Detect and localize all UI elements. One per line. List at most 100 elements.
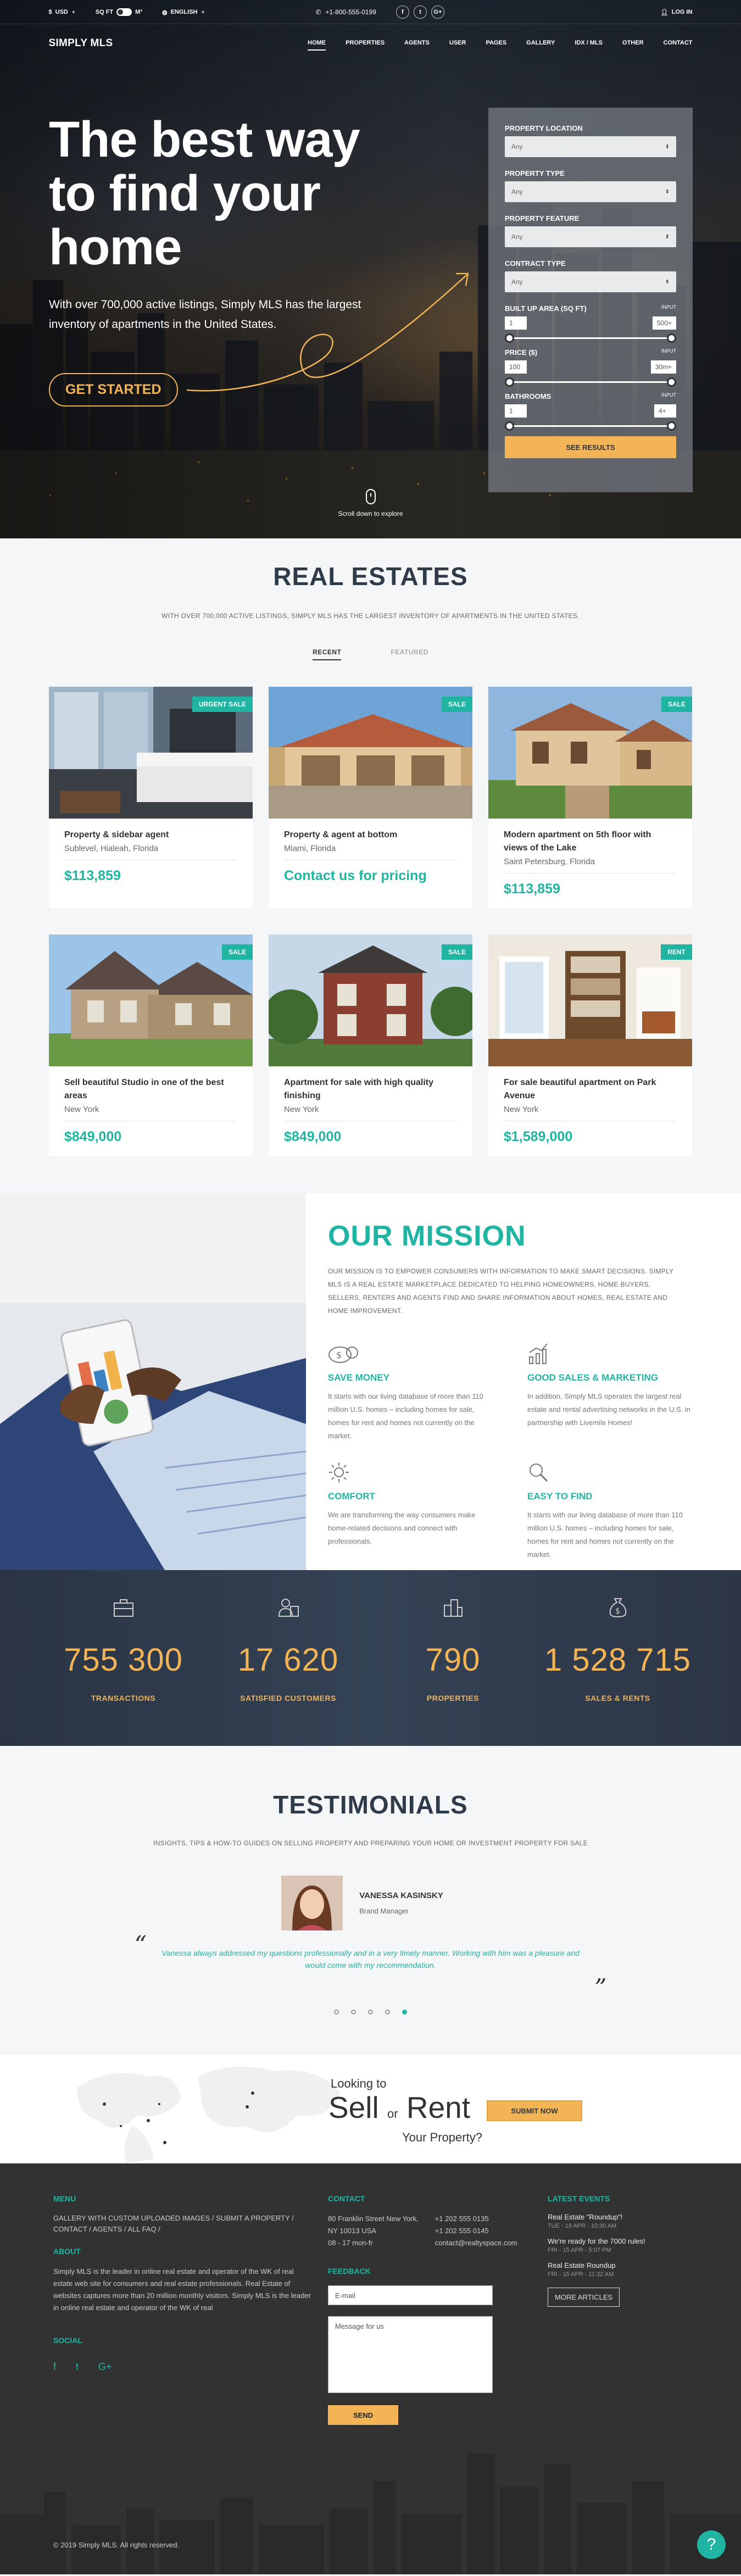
login-link[interactable]: 👤︎ LOG IN	[661, 9, 693, 16]
price-min-input[interactable]: 100	[505, 360, 527, 374]
google-plus-icon[interactable]: G+	[431, 5, 444, 19]
unit-switch[interactable]	[116, 8, 132, 16]
carousel-dot[interactable]	[351, 2010, 356, 2015]
copyright: © 2019 Simply MLS. All rights reserved.	[53, 2541, 180, 2549]
language-select[interactable]: ◍ ENGLISH ▼	[162, 9, 205, 16]
currency-select[interactable]: $ USD ▼	[49, 9, 76, 15]
area-min-input[interactable]: 1	[505, 316, 527, 330]
footer-menu-links[interactable]: CONTACT / AGENTS / ALL FAQ /	[53, 2224, 328, 2235]
event-item[interactable]: We're ready for the 7000 rules! FRI - 15 …	[548, 2237, 712, 2254]
phone-link[interactable]: ✆ +1-800-555-0199	[315, 8, 376, 16]
event-item[interactable]: Real Estate "Roundup"! TUE - 19 APR - 10:…	[548, 2213, 712, 2229]
nav-item-properties[interactable]: PROPERTIES	[346, 36, 385, 51]
footer-menu-links[interactable]: GALLERY WITH CUSTOM UPLOADED IMAGES / SU…	[53, 2213, 328, 2224]
area-max-input[interactable]: 500+	[652, 316, 676, 330]
google-plus-icon[interactable]: G+	[98, 2361, 112, 2373]
submit-now-button[interactable]: SUBMIT NOW	[487, 2100, 582, 2121]
property-card[interactable]: URGENT SALE Property & sidebar agent Sub…	[49, 687, 253, 908]
property-location: New York	[284, 1105, 319, 1114]
slider-min-handle[interactable]	[505, 333, 514, 343]
property-image[interactable]: SALE	[269, 934, 472, 1066]
contract-select[interactable]: Any ⬍	[505, 271, 676, 292]
property-image[interactable]: SALE	[49, 934, 253, 1066]
see-results-button[interactable]: SEE RESULTS	[505, 436, 676, 458]
stat-item: $ 1 528 715 SALES & RENTS	[536, 1570, 700, 1746]
property-title[interactable]: Sell beautiful Studio in one of the best…	[64, 1076, 237, 1103]
property-price: Contact us for pricing	[284, 868, 427, 883]
property-title[interactable]: Modern apartment on 5th floor with views…	[504, 828, 677, 855]
facebook-icon[interactable]: f	[395, 5, 409, 19]
slider-max-handle[interactable]	[667, 333, 676, 343]
nav-item-contact[interactable]: CONTACT	[664, 36, 693, 51]
chevron-down-icon: ▼	[200, 9, 205, 15]
slider-max-handle[interactable]	[667, 421, 676, 431]
email-field[interactable]: E-mail	[328, 2285, 493, 2305]
property-title[interactable]: Apartment for sale with high quality fin…	[284, 1076, 457, 1103]
bath-min-input[interactable]: 1	[505, 404, 527, 418]
footer-heading: SOCIAL	[53, 2336, 82, 2345]
property-title[interactable]: For sale beautiful apartment on Park Ave…	[504, 1076, 677, 1103]
property-image[interactable]: SALE	[269, 687, 472, 819]
bath-max-input[interactable]: 4+	[654, 404, 676, 418]
twitter-icon[interactable]: t	[413, 5, 427, 19]
price-range-slider[interactable]: 100 30m+	[505, 360, 676, 389]
bathrooms-range-slider[interactable]: 1 4+	[505, 404, 676, 433]
carousel-dot[interactable]	[334, 2010, 339, 2015]
nav-item-idx-mls[interactable]: IDX / MLS	[575, 36, 603, 51]
site-logo[interactable]: SIMPLY MLS	[49, 37, 113, 49]
nav-item-other[interactable]: OTHER	[622, 36, 644, 51]
stat-value: 755 300	[64, 1642, 183, 1678]
status-badge: SALE	[441, 697, 472, 712]
property-title[interactable]: Property & sidebar agent	[64, 828, 237, 842]
testimonials-section: TESTIMONIALS INSIGHTS, TIPS & HOW-TO GUI…	[0, 1746, 741, 2055]
property-image[interactable]: RENT	[488, 934, 692, 1066]
carousel-dot[interactable]	[385, 2010, 390, 2015]
feature-select[interactable]: Any ⬍	[505, 226, 676, 247]
nav-item-home[interactable]: HOME	[308, 36, 326, 51]
scroll-hint[interactable]: Scroll down to explore	[0, 489, 741, 518]
slider-min-handle[interactable]	[505, 377, 514, 387]
twitter-icon[interactable]: t	[76, 2361, 79, 2373]
nav-item-gallery[interactable]: GALLERY	[526, 36, 555, 51]
event-item[interactable]: Real Estate Roundup FRI - 15 APR - 11:32 …	[548, 2261, 712, 2278]
search-label: PROPERTY TYPE	[505, 169, 565, 177]
carousel-dot-active[interactable]	[402, 2010, 407, 2015]
nav-item-agents[interactable]: AGENTS	[404, 36, 430, 51]
facebook-icon[interactable]: f	[53, 2361, 56, 2373]
world-map-graphic	[77, 2067, 341, 2163]
price-max-input[interactable]: 30m+	[650, 360, 676, 374]
property-image[interactable]: URGENT SALE	[49, 687, 253, 819]
get-started-button[interactable]: GET STARTED	[49, 373, 178, 407]
updown-icon: ⬍	[665, 188, 670, 195]
property-card[interactable]: RENT For sale beautiful apartment on Par…	[488, 934, 692, 1156]
property-card[interactable]: SALE Apartment for sale with high qualit…	[269, 934, 472, 1156]
unit-toggle[interactable]: SQ FT M²	[96, 8, 142, 16]
location-select[interactable]: Any ⬍	[505, 136, 676, 157]
status-badge: SALE	[441, 944, 472, 960]
more-articles-button[interactable]: MORE ARTICLES	[548, 2288, 620, 2307]
hero-title: The best way to find your home	[49, 112, 360, 275]
property-price: $113,859	[504, 881, 560, 897]
nav-item-user[interactable]: USER	[449, 36, 466, 51]
footer-heading: LATEST EVENTS	[548, 2194, 610, 2203]
property-card[interactable]: SALE Sell beautiful Studio in one of the…	[49, 934, 253, 1156]
slider-min-handle[interactable]	[505, 421, 514, 431]
tab-featured[interactable]: FEATURED	[391, 648, 428, 660]
message-field[interactable]: Message for us	[328, 2316, 493, 2393]
site-footer: MENU GALLERY WITH CUSTOM UPLOADED IMAGES…	[0, 2163, 741, 2574]
updown-icon: ⬍	[665, 143, 670, 150]
type-select[interactable]: Any ⬍	[505, 181, 676, 202]
slider-max-handle[interactable]	[667, 377, 676, 387]
help-icon[interactable]: ?	[697, 2530, 726, 2559]
nav-item-pages[interactable]: PAGES	[486, 36, 506, 51]
property-card[interactable]: SALE Modern apartment on 5th floor with …	[488, 687, 692, 908]
property-card[interactable]: SALE Property & agent at bottom Miami, F…	[269, 687, 472, 908]
banner-line-1: Looking to	[331, 2077, 387, 2090]
tab-recent[interactable]: RECENT	[313, 648, 342, 660]
search-label: PROPERTY FEATURE	[505, 214, 580, 222]
property-image[interactable]: SALE	[488, 687, 692, 819]
send-button[interactable]: SEND	[328, 2405, 398, 2425]
property-title[interactable]: Property & agent at bottom	[284, 828, 457, 842]
area-range-slider[interactable]: 1 500+	[505, 316, 676, 345]
carousel-dot[interactable]	[368, 2010, 373, 2015]
